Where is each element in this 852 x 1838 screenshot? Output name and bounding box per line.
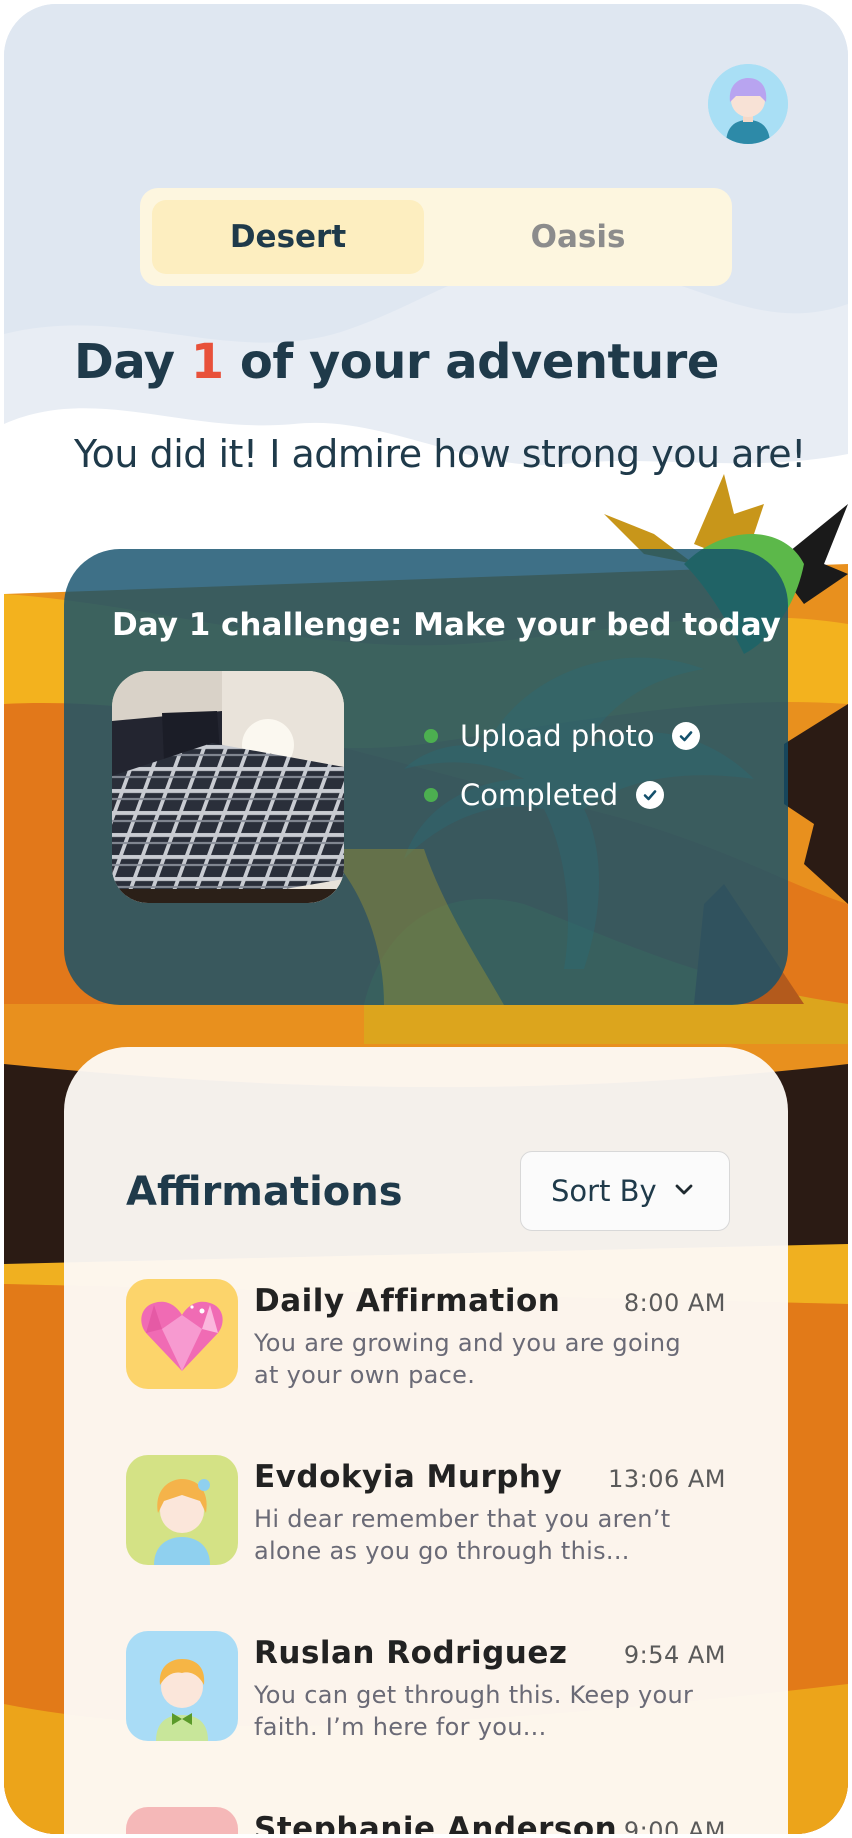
message-time: 8:00 AM xyxy=(623,1289,726,1317)
affirmations-title: Affirmations xyxy=(126,1169,403,1215)
bed-photo-icon xyxy=(112,671,344,903)
task-upload-photo[interactable]: Upload photo xyxy=(424,719,701,753)
message-time: 13:06 AM xyxy=(608,1465,726,1493)
sender-name: Daily Affirmation xyxy=(254,1283,561,1319)
encouragement-text: You did it! I admire how strong you are! xyxy=(74,432,806,476)
page-title: Day 1 of your adventure xyxy=(74,334,719,390)
day-number: 1 xyxy=(190,334,224,390)
check-circle-icon xyxy=(636,781,665,809)
user-avatar-icon xyxy=(708,64,788,144)
challenge-title: Day 1 challenge: Make your bed today xyxy=(112,607,781,643)
affirmation-item[interactable]: Evdokyia Murphy 13:06 AM Hi dear remembe… xyxy=(126,1455,726,1567)
profile-avatar[interactable] xyxy=(708,64,788,144)
message-preview: You can get through this. Keep your fait… xyxy=(254,1681,694,1741)
heart-gem-icon xyxy=(126,1279,238,1389)
status-dot xyxy=(424,788,438,802)
message-preview: You are growing and you are going at you… xyxy=(254,1329,681,1389)
sender-name: Evdokyia Murphy xyxy=(254,1459,563,1495)
sender-name: Stephanie Anderson xyxy=(254,1811,618,1834)
affirmation-item[interactable]: Stephanie Anderson 9:00 AM xyxy=(126,1807,726,1834)
title-suffix: of your adventure xyxy=(223,334,720,390)
mode-switch: Desert Oasis xyxy=(140,188,732,286)
sort-label: Sort By xyxy=(551,1174,657,1208)
avatar-pink-icon xyxy=(126,1807,238,1834)
sort-dropdown[interactable]: Sort By xyxy=(520,1151,730,1231)
message-time: 9:00 AM xyxy=(623,1817,726,1834)
bed-photo[interactable] xyxy=(112,671,344,903)
affirmation-item[interactable]: Ruslan Rodriguez 9:54 AM You can get thr… xyxy=(126,1631,726,1743)
task-completed[interactable]: Completed xyxy=(424,778,665,812)
status-dot xyxy=(424,729,438,743)
check-circle-icon xyxy=(672,722,701,750)
avatar-boy-icon xyxy=(126,1631,238,1741)
chevron-down-icon xyxy=(675,1184,693,1195)
task-label: Upload photo xyxy=(460,719,655,753)
message-time: 9:54 AM xyxy=(623,1641,726,1669)
affirmations-card: Affirmations Sort By Daily Affirmation 8… xyxy=(64,1047,788,1834)
challenge-card[interactable]: Day 1 challenge: Make your bed today Upl… xyxy=(64,549,788,1005)
sender-name: Ruslan Rodriguez xyxy=(254,1635,568,1671)
title-prefix: Day xyxy=(74,334,191,390)
task-label: Completed xyxy=(460,778,619,812)
tab-desert[interactable]: Desert xyxy=(152,200,424,274)
message-preview: Hi dear remember that you aren’t alone a… xyxy=(254,1505,671,1565)
affirmation-item[interactable]: Daily Affirmation 8:00 AM You are growin… xyxy=(126,1279,726,1391)
phone-screen: Desert Oasis Day 1 of your adventure You… xyxy=(4,4,848,1834)
avatar-girl-icon xyxy=(126,1455,238,1565)
tab-oasis[interactable]: Oasis xyxy=(436,200,720,274)
